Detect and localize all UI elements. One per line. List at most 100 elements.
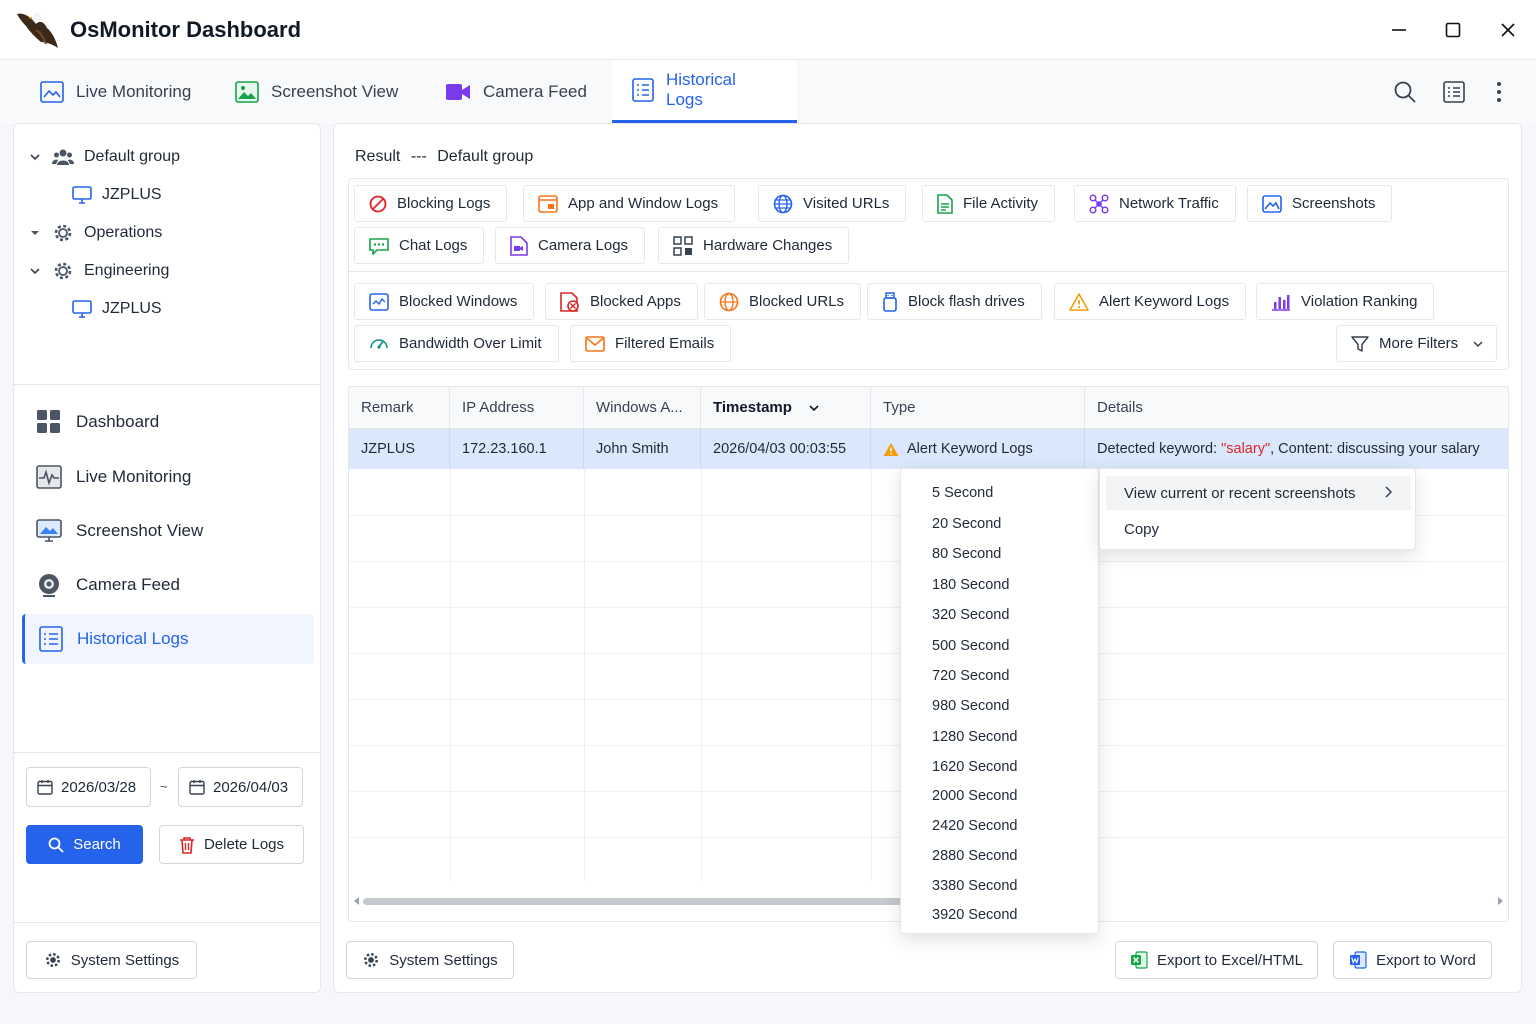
menu-item-3380-second[interactable]: 3380 Second <box>932 878 1017 894</box>
filter-blocked-windows[interactable]: Blocked Windows <box>354 283 535 320</box>
warning-icon <box>1069 292 1089 311</box>
start-date-picker[interactable]: 2026/03/28 <box>26 767 151 807</box>
sidebar-system-settings-button[interactable]: System Settings <box>26 941 197 979</box>
search-icon <box>48 837 64 853</box>
tab-bar: Live Monitoring Screenshot View Camera F… <box>0 60 1536 124</box>
tab-screenshot-view[interactable]: Screenshot View <box>215 60 418 123</box>
dashboard-grid-icon <box>36 409 62 435</box>
camera-file-icon <box>510 235 528 256</box>
scrollbar-thumb[interactable] <box>363 898 908 905</box>
monitor-icon <box>72 186 92 204</box>
system-settings-label: System Settings <box>70 951 180 969</box>
divider <box>14 384 320 385</box>
nav-historical-logs[interactable]: Historical Logs <box>22 614 314 664</box>
tree-item-jzplus-2[interactable]: JZPLUS <box>72 294 162 324</box>
nav-dashboard[interactable]: Dashboard <box>22 397 314 447</box>
menu-item-1620-second[interactable]: 1620 Second <box>932 759 1017 775</box>
grid-line <box>450 469 451 883</box>
menu-item-20-second[interactable]: 20 Second <box>932 516 1001 532</box>
menu-item-5-second[interactable]: 5 Second <box>932 485 993 501</box>
maximize-button[interactable] <box>1436 14 1470 46</box>
delete-logs-button[interactable]: Delete Logs <box>159 825 304 864</box>
list-view-icon[interactable] <box>1440 78 1468 106</box>
menu-item-720-second[interactable]: 720 Second <box>932 668 1009 684</box>
filter-blocked-urls[interactable]: Blocked URLs <box>704 283 862 320</box>
filter-screenshots[interactable]: Screenshots <box>1247 185 1393 222</box>
column-header-type[interactable]: Type <box>871 387 1085 429</box>
main-system-settings-button[interactable]: System Settings <box>346 941 514 979</box>
tab-historical-logs[interactable]: Historical Logs <box>612 60 797 123</box>
end-date-picker[interactable]: 2026/04/03 <box>178 767 303 807</box>
chip-label: File Activity <box>963 195 1039 212</box>
filter-visited-urls[interactable]: Visited URLs <box>758 185 907 222</box>
column-header-remark[interactable]: Remark <box>349 387 450 429</box>
chip-label: Block flash drives <box>908 293 1025 310</box>
nav-label: Live Monitoring <box>76 467 192 486</box>
close-button[interactable] <box>1491 14 1525 46</box>
filter-file-activity[interactable]: File Activity <box>922 185 1056 222</box>
cell-details: Detected keyword: "salary", Content: dis… <box>1085 429 1508 469</box>
search-icon[interactable] <box>1391 78 1419 106</box>
filter-block-flash-drives[interactable]: Block flash drives <box>867 283 1042 320</box>
video-camera-icon <box>445 82 471 102</box>
filter-violation-ranking[interactable]: Violation Ranking <box>1256 283 1435 320</box>
filter-hardware-changes[interactable]: Hardware Changes <box>658 227 850 264</box>
column-header-timestamp[interactable]: Timestamp <box>701 387 871 429</box>
search-button[interactable]: Search <box>26 825 143 864</box>
menu-item-980-second[interactable]: 980 Second <box>932 698 1009 714</box>
menu-item-2000-second[interactable]: 2000 Second <box>932 788 1017 804</box>
tree-label: Engineering <box>84 262 170 279</box>
menu-item-1280-second[interactable]: 1280 Second <box>932 729 1017 745</box>
filter-blocking-logs[interactable]: Blocking Logs <box>354 185 508 222</box>
tab-live-monitoring[interactable]: Live Monitoring <box>20 60 211 123</box>
scroll-right-arrow-icon[interactable] <box>1496 897 1504 905</box>
nav-live-monitoring[interactable]: Live Monitoring <box>22 452 314 502</box>
export-word-button[interactable]: Export to Word <box>1333 941 1492 979</box>
export-excel-button[interactable]: Export to Excel/HTML <box>1115 941 1318 979</box>
tree-item-default-group[interactable]: Default group <box>28 142 180 172</box>
nav-screenshot-view[interactable]: Screenshot View <box>22 506 314 556</box>
speedometer-icon <box>369 334 389 354</box>
column-header-details[interactable]: Details <box>1085 387 1508 429</box>
file-icon <box>937 193 953 214</box>
caret-down-icon[interactable] <box>28 226 42 240</box>
globe-icon <box>719 292 739 312</box>
menu-item-180-second[interactable]: 180 Second <box>932 577 1009 593</box>
column-header-windows-account[interactable]: Windows A... <box>584 387 701 429</box>
filter-network-traffic[interactable]: Network Traffic <box>1074 185 1236 222</box>
monitor-icon <box>72 300 92 318</box>
tree-item-operations[interactable]: Operations <box>28 218 162 248</box>
menu-item-2420-second[interactable]: 2420 Second <box>932 818 1017 834</box>
tab-camera-feed[interactable]: Camera Feed <box>425 60 607 123</box>
tree-item-jzplus-1[interactable]: JZPLUS <box>72 180 162 210</box>
chip-label: Chat Logs <box>399 237 468 254</box>
menu-item-2880-second[interactable]: 2880 Second <box>932 848 1017 864</box>
excel-icon <box>1130 951 1148 969</box>
more-filters-dropdown[interactable]: More Filters <box>1336 325 1498 362</box>
column-header-ip-address[interactable]: IP Address <box>450 387 584 429</box>
more-options-icon[interactable] <box>1485 78 1513 106</box>
filter-camera-logs[interactable]: Camera Logs <box>495 227 646 264</box>
menu-item-copy[interactable]: Copy <box>1106 512 1411 546</box>
end-date-value: 2026/04/03 <box>213 778 289 796</box>
filter-blocked-apps[interactable]: Blocked Apps <box>545 283 698 320</box>
calendar-icon <box>37 779 53 795</box>
filter-alert-keyword-logs[interactable]: Alert Keyword Logs <box>1054 283 1247 320</box>
filter-chat-logs[interactable]: Chat Logs <box>354 227 485 264</box>
menu-item-500-second[interactable]: 500 Second <box>932 638 1009 654</box>
menu-item-320-second[interactable]: 320 Second <box>932 607 1009 623</box>
menu-item-3920-second[interactable]: 3920 Second <box>932 907 1017 923</box>
minimize-button[interactable] <box>1382 14 1416 46</box>
chevron-down-icon[interactable] <box>28 264 42 278</box>
filter-app-window-logs[interactable]: App and Window Logs <box>523 185 736 222</box>
nav-camera-feed[interactable]: Camera Feed <box>22 560 314 610</box>
table-row[interactable]: JZPLUS 172.23.160.1 John Smith 2026/04/0… <box>349 429 1508 469</box>
menu-item-80-second[interactable]: 80 Second <box>932 546 1001 562</box>
scroll-left-arrow-icon[interactable] <box>353 897 361 905</box>
filter-bandwidth-over-limit[interactable]: Bandwidth Over Limit <box>354 325 559 362</box>
filter-filtered-emails[interactable]: Filtered Emails <box>570 325 732 362</box>
tree-item-engineering[interactable]: Engineering <box>28 256 169 286</box>
chevron-down-icon[interactable] <box>28 150 42 164</box>
chip-label: Visited URLs <box>803 195 890 212</box>
menu-item-view-screenshots[interactable]: View current or recent screenshots <box>1106 476 1411 510</box>
